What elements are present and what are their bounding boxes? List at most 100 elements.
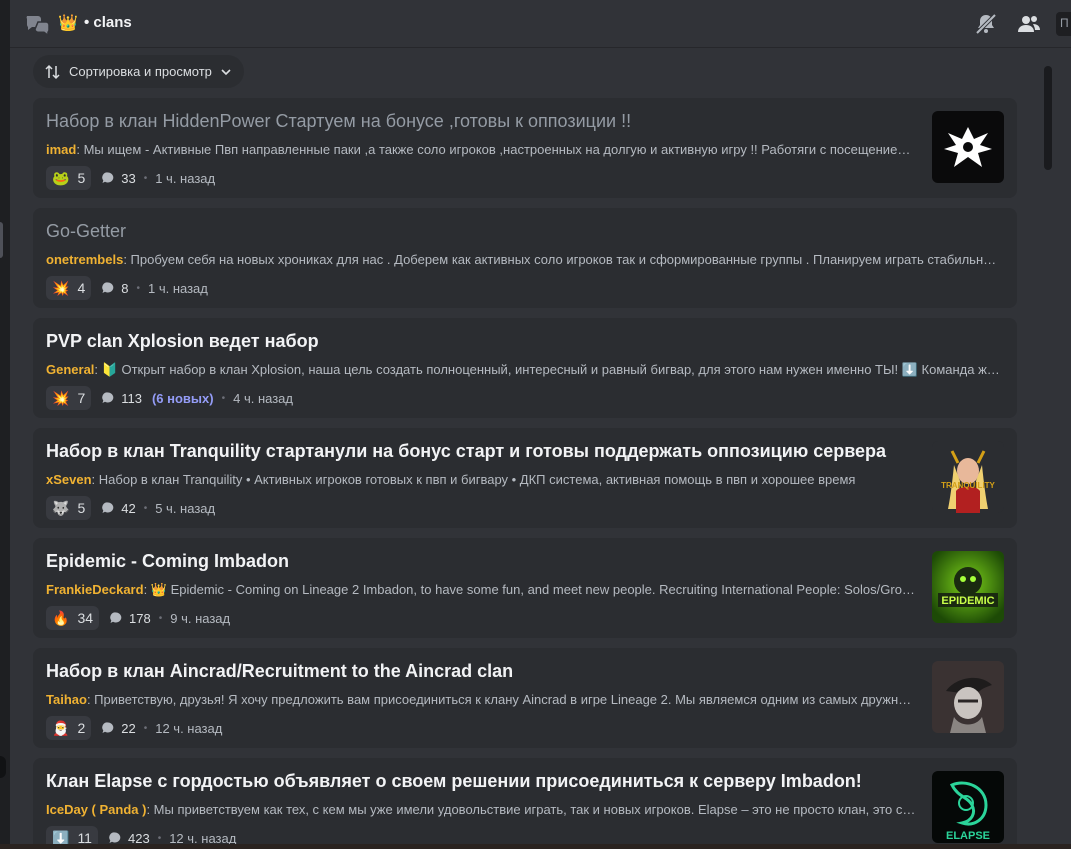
sort-and-view-button[interactable]: Сортировка и просмотр [33,55,244,88]
post-title: Клан Elapse с гордостью объявляет о свое… [46,771,862,791]
post-author[interactable]: FrankieDeckard [46,582,144,597]
reaction-count: 5 [77,170,86,186]
chat-bubble-icon [110,612,122,623]
post-thumbnail[interactable] [932,111,1004,183]
post-preview-text: 👑 Epidemic - Coming on Lineage 2 Imbadon… [150,582,916,597]
forum-post[interactable]: Go-Getter onetrembels: Пробуем себя на н… [33,208,1017,308]
forum-post[interactable]: Набор в клан Aincrad/Recruitment to the … [33,648,1017,748]
chat-bubble-icon [102,502,114,513]
post-meta: 🐺 5 42 • 5 ч. назад [46,496,215,520]
forum-post[interactable]: PVP clan Xplosion ведет набор General: 🔰… [33,318,1017,418]
post-author[interactable]: General [46,362,94,377]
search-input[interactable]: П [1056,12,1071,36]
reaction-count: 2 [77,720,86,736]
separator-dot: • [158,612,163,624]
channel-header: 👑 • clans П [10,0,1071,48]
forum-post[interactable]: Набор в клан Tranquility стартанули на б… [33,428,1017,528]
reaction-chip[interactable]: 🐸 5 [46,166,92,190]
post-title: Набор в клан Tranquility стартанули на б… [46,441,887,461]
message-count-value: 8 [121,280,129,296]
scrollbar-thumb[interactable] [1044,66,1052,170]
post-title: Набор в клан HiddenPower Стартуем на бон… [46,111,632,131]
post-preview: xSeven: Набор в клан Tranquility • Актив… [46,472,916,487]
scrollbar[interactable] [1044,66,1052,846]
reaction-chip[interactable]: ⬇️ 11 [46,826,98,844]
reaction-count: 34 [77,610,94,626]
post-preview-text: Приветствую, друзья! Я хочу предложить в… [94,692,916,707]
post-preview-text: Набор в клан Tranquility • Активных игро… [98,472,856,487]
epidemic-logo-text: EPIDEMIC [941,595,994,607]
post-preview: imad: Мы ищем - Активные Пвп направленны… [46,142,916,157]
tranquility-logo-text: TRANQUILITY [941,481,995,490]
sort-arrows-icon [45,64,60,79]
forum-post[interactable]: Epidemic - Coming Imbadon FrankieDeckard… [33,538,1017,638]
message-count-value: 33 [121,170,136,186]
reaction-count: 11 [77,830,92,844]
message-count: 113 (6 новых) [101,390,214,406]
message-count: 22 [101,721,136,736]
post-preview-text: Мы приветствуем как тех, с кем мы уже им… [153,802,916,817]
author-colon: : [91,472,99,487]
post-meta: 🔥 34 178 • 9 ч. назад [46,606,230,630]
post-time: 4 ч. назад [233,390,293,406]
server-sidebar-edge [0,0,10,849]
forum-post-list: Набор в клан HiddenPower Стартуем на бон… [33,98,1017,844]
post-preview: Taihao: Приветствую, друзья! Я хочу пред… [46,692,916,707]
post-title: Epidemic - Coming Imbadon [46,551,290,571]
server-indicator [0,756,6,778]
post-time: 9 ч. назад [170,610,231,626]
author-colon: : [76,142,84,157]
reaction-chip[interactable]: 🎅 2 [46,716,92,740]
member-list-icon[interactable] [1016,12,1042,36]
post-time: 1 ч. назад [155,170,216,186]
post-preview: General: 🔰 Открыт набор в клан Xplosion,… [46,362,1001,378]
reaction-emoji: 💥 [52,280,70,296]
chat-bubble-icon [102,722,114,733]
post-preview-text: Пробуем себя на новых хрониках для нас .… [130,252,1001,267]
message-count-value: 178 [129,610,151,626]
post-author[interactable]: imad [46,142,76,157]
forum-icon [26,16,50,36]
chevron-down-icon [221,68,231,75]
separator-dot: • [221,392,226,404]
message-count: 423 [108,831,150,844]
post-preview: IceDay ( Panda ): Мы приветствуем как те… [46,802,916,817]
post-title: Go-Getter [46,221,127,241]
post-time: 1 ч. назад [147,280,208,296]
forum-post[interactable]: Клан Elapse с гордостью объявляет о свое… [33,758,1017,844]
separator-dot: • [143,172,148,184]
notifications-muted-icon[interactable] [973,12,999,36]
reaction-chip[interactable]: 💥 4 [46,276,92,300]
post-preview-text: Мы ищем - Активные Пвп направленные паки… [83,142,916,157]
aincrad-avatar-icon [932,661,1004,733]
separator-dot: • [143,722,148,734]
forum-post[interactable]: Набор в клан HiddenPower Стартуем на бон… [33,98,1017,198]
post-author[interactable]: xSeven [46,472,92,487]
reaction-count: 4 [77,280,86,296]
message-count: 8 [101,281,128,296]
post-preview: FrankieDeckard: 👑 Epidemic - Coming on L… [46,582,916,598]
post-thumbnail[interactable]: TRANQUILITY [932,441,1004,513]
post-author[interactable]: Taihao [46,692,87,707]
hiddenpower-logo-icon [932,111,1004,183]
arrow-down-emoji: ⬇️ [52,830,70,844]
post-thumbnail[interactable]: ELAPSE [932,771,1004,843]
author-colon: : [146,802,154,817]
epidemic-logo-icon: EPIDEMIC [932,551,1004,623]
post-meta: 🎅 2 22 • 12 ч. назад [46,716,222,740]
server-selected-indicator [0,222,3,258]
message-count-value: 113 [121,390,142,406]
post-author[interactable]: onetrembels [46,252,123,267]
santa-emoji: 🎅 [52,720,70,736]
post-thumbnail[interactable] [932,661,1004,733]
post-author[interactable]: IceDay ( Panda ) [46,802,146,817]
reaction-chip[interactable]: 🐺 5 [46,496,92,520]
post-preview: onetrembels: Пробуем себя на новых хрони… [46,252,1001,267]
post-thumbnail[interactable]: EPIDEMIC [932,551,1004,623]
reaction-count: 7 [77,390,86,406]
author-colon: : [143,582,151,597]
reaction-chip[interactable]: 🔥 34 [46,606,100,630]
elapse-logo-icon: ELAPSE [932,771,1004,843]
reaction-chip[interactable]: 💥 7 [46,386,92,410]
fire-emoji: 🔥 [52,610,70,626]
